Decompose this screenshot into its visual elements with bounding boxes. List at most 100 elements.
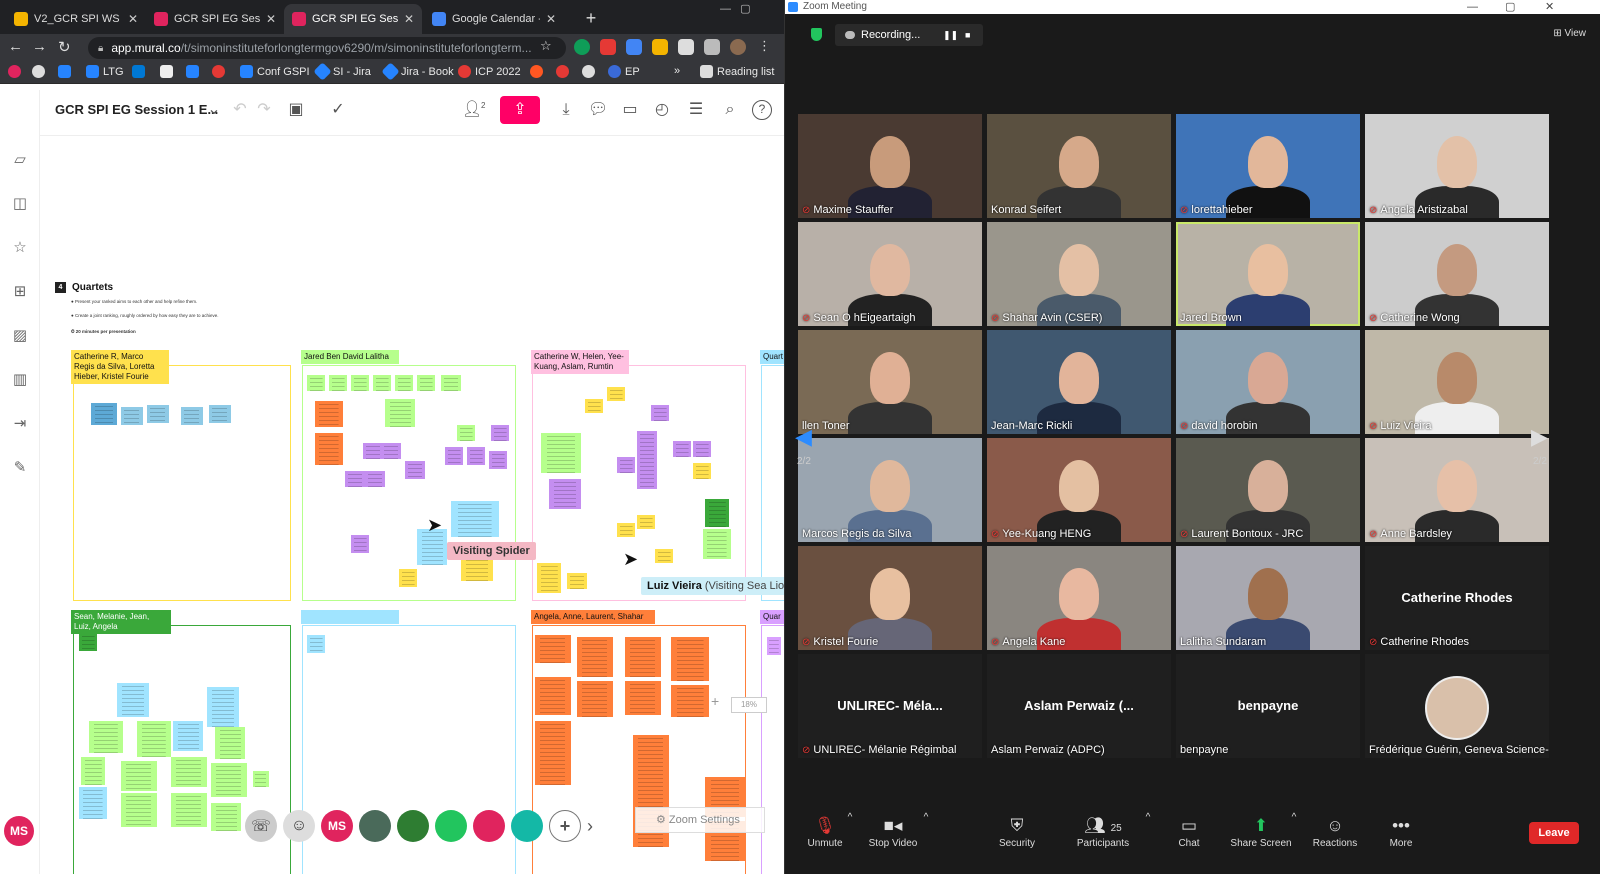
bookmark-si-jira[interactable]: SI - Jira <box>313 62 371 81</box>
bookmark-icp[interactable]: ICP 2022 <box>458 65 521 78</box>
sticky-note[interactable] <box>385 399 415 427</box>
my-avatar[interactable]: MS <box>4 816 34 846</box>
extension-icon[interactable] <box>678 39 694 55</box>
participants-button[interactable]: 👥︎ 25 Participants <box>1063 816 1143 849</box>
sticky-note[interactable] <box>461 557 493 581</box>
mural-canvas[interactable]: 4 Quartets ● Present your ranked aims to… <box>41 137 784 874</box>
bookmark-icon[interactable] <box>186 65 203 78</box>
participant-tile[interactable]: ⊘ Laurent Bontoux - JRC <box>1176 438 1360 542</box>
sticky-note[interactable] <box>567 573 587 589</box>
search-icon[interactable]: ⌕ <box>720 100 740 120</box>
image-icon[interactable]: ▨ <box>10 326 30 346</box>
sticky-note[interactable] <box>395 375 413 391</box>
quartet-box[interactable] <box>761 365 784 601</box>
sticky-note[interactable] <box>705 499 729 527</box>
sticky-note[interactable] <box>181 407 203 425</box>
quartet-label[interactable]: Catherine W, Helen, Yee-Kuang, Aslam, Ru… <box>531 350 629 374</box>
zoom-settings[interactable]: ⚙ Zoom Settings <box>635 807 765 833</box>
participant-tile[interactable]: UNLIREC- Méla... ⊘ UNLIREC- Mélanie Régimb… <box>798 654 982 758</box>
participant-tile[interactable]: ⊘ Catherine Wong <box>1365 222 1549 326</box>
undo-icon[interactable]: ↶ <box>230 100 250 120</box>
avatar[interactable] <box>359 810 391 842</box>
view-button[interactable]: ⊞ View <box>1553 28 1586 39</box>
sticky-note[interactable] <box>617 523 635 537</box>
quartet-label[interactable]: Quart <box>760 350 784 364</box>
sticky-note[interactable] <box>121 407 143 425</box>
sticky-note[interactable] <box>253 771 269 787</box>
bookmark-icon[interactable] <box>8 65 25 78</box>
close-icon[interactable]: ✕ <box>128 12 138 26</box>
sticky-note[interactable] <box>211 803 241 831</box>
sticky-note[interactable] <box>655 549 673 563</box>
add-icon[interactable]: + <box>549 810 581 842</box>
security-button[interactable]: ⛨ Security <box>977 816 1057 849</box>
sticky-note[interactable] <box>91 403 117 425</box>
sticky-note[interactable] <box>491 425 509 441</box>
participant-tile[interactable]: Catherine Rhodes ⊘ Catherine Rhodes <box>1365 546 1549 650</box>
sticky-note[interactable] <box>173 721 203 751</box>
sticky-note[interactable] <box>651 405 669 421</box>
sticky-note[interactable] <box>693 441 711 457</box>
sticky-note[interactable] <box>489 451 507 469</box>
sticky-note[interactable] <box>637 515 655 529</box>
participant-tile[interactable]: ⊘ Luiz Vieira <box>1365 330 1549 434</box>
sticky-note[interactable] <box>541 433 581 473</box>
frames-icon[interactable]: ⊞ <box>10 282 30 302</box>
extension-icon[interactable] <box>652 39 668 55</box>
bookmark-jira-book[interactable]: Jira - Book <box>381 62 454 81</box>
sticky-note[interactable] <box>617 457 635 473</box>
participant-tile[interactable]: Lalitha Sundaram <box>1176 546 1360 650</box>
bookmark-star-icon[interactable]: ☆ <box>540 38 552 54</box>
sticky-note[interactable] <box>351 535 369 553</box>
stop-icon[interactable]: ■ <box>965 24 970 46</box>
menu-dots-icon[interactable]: ⋮ <box>758 38 771 54</box>
back-icon[interactable]: ← <box>8 38 23 55</box>
sticky-note[interactable] <box>577 681 613 717</box>
leave-button[interactable]: Leave <box>1529 822 1579 844</box>
close-icon[interactable]: ✕ <box>404 12 414 26</box>
sticky-note[interactable] <box>445 447 463 465</box>
next-page-icon[interactable]: ▶ <box>1531 424 1548 450</box>
sticky-note[interactable] <box>345 471 365 487</box>
bookmark-icon[interactable] <box>212 65 229 78</box>
sticky-note[interactable] <box>89 721 123 753</box>
new-tab-icon[interactable]: + <box>580 8 602 30</box>
shapes-icon[interactable]: ◫ <box>10 194 30 214</box>
sticky-note[interactable] <box>535 721 571 785</box>
sticky-note[interactable] <box>81 757 105 785</box>
participant-tile[interactable]: Aslam Perwaiz (... Aslam Perwaiz (ADPC) <box>987 654 1171 758</box>
sticky-note[interactable] <box>577 637 613 677</box>
quartet-box[interactable] <box>73 365 291 601</box>
puzzle-icon[interactable] <box>704 39 720 55</box>
participant-tile[interactable]: ⊘ Yee-Kuang HENG <box>987 438 1171 542</box>
sticky-note[interactable] <box>405 461 425 479</box>
sticky-note[interactable] <box>417 375 435 391</box>
bookmark-conf-gspi[interactable]: Conf GSPI <box>240 65 310 78</box>
tab-calendar[interactable]: Google Calendar - W ✕ <box>424 4 564 34</box>
frame-icon[interactable]: ▣ <box>286 100 306 120</box>
sticky-note[interactable] <box>637 431 657 489</box>
participant-tile[interactable]: ⊘ Angela Aristizabal <box>1365 114 1549 218</box>
participant-tile[interactable]: Frédérique Guérin, Geneva Science-... <box>1365 654 1549 758</box>
participant-tile[interactable]: ⊘ Maxime Stauffer <box>798 114 982 218</box>
sticky-note[interactable] <box>537 563 561 593</box>
bookmark-icon[interactable] <box>530 65 547 78</box>
sticky-note[interactable] <box>215 727 245 759</box>
bookmark-icon[interactable] <box>132 65 149 78</box>
sticky-note[interactable] <box>209 405 231 423</box>
avatar[interactable] <box>511 810 543 842</box>
sticky-note[interactable] <box>535 677 571 715</box>
participant-tile[interactable]: llen Toner <box>798 330 982 434</box>
bookmark-icon[interactable] <box>32 65 49 78</box>
participant-tile[interactable]: ⊘ david horobin <box>1176 330 1360 434</box>
sticky-note[interactable] <box>307 375 325 391</box>
sticky-note[interactable] <box>79 787 107 819</box>
window-controls[interactable]: — ▢ <box>720 2 751 15</box>
sticky-note[interactable] <box>549 479 581 509</box>
avatar[interactable] <box>397 810 429 842</box>
sticky-note[interactable] <box>373 375 391 391</box>
minimize-icon[interactable]: — <box>1467 0 1478 14</box>
avatar[interactable] <box>473 810 505 842</box>
bookmark-icon[interactable] <box>556 65 573 78</box>
participant-tile[interactable]: Marcos Regis da Silva <box>798 438 982 542</box>
